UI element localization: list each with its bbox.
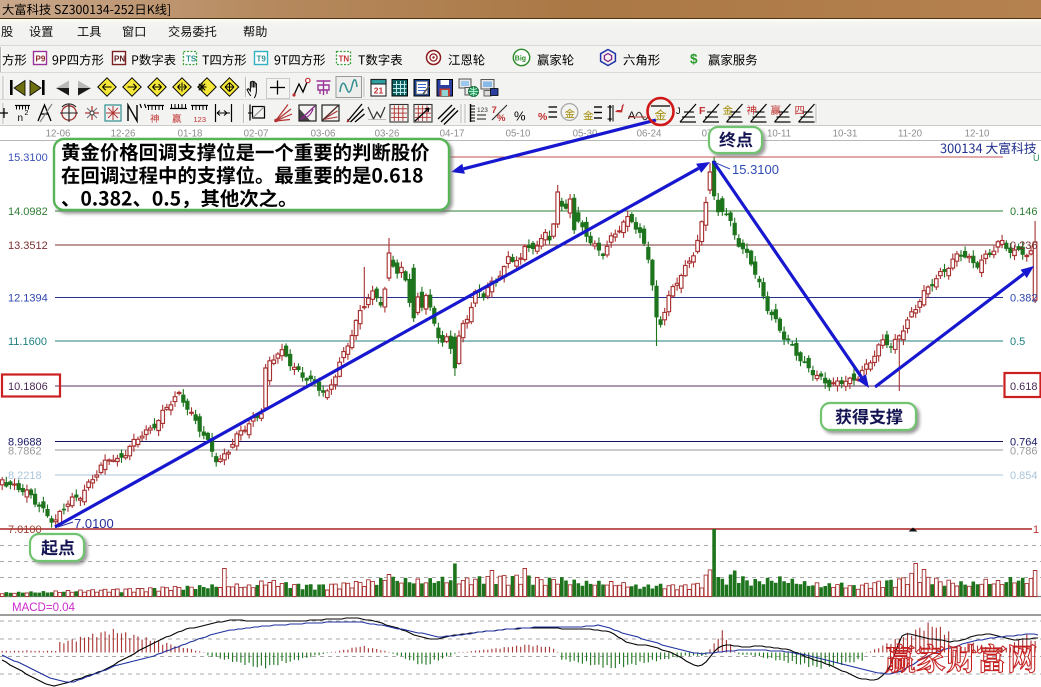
svg-text:12-10: 12-10	[965, 129, 990, 140]
svg-text:%: %	[538, 111, 548, 123]
svg-text:0.146: 0.146	[1010, 206, 1038, 218]
svg-text:14.0982: 14.0982	[8, 206, 48, 218]
svg-text:15.3100: 15.3100	[732, 162, 779, 177]
svg-text:0.854: 0.854	[1010, 470, 1038, 482]
svg-text:0.786: 0.786	[1010, 445, 1038, 457]
svg-text:2: 2	[25, 110, 29, 117]
svg-text:123: 123	[194, 115, 207, 124]
svg-text:P9: P9	[36, 55, 46, 64]
svg-text:0.618: 0.618	[1010, 381, 1038, 393]
svg-text:10-31: 10-31	[833, 129, 858, 140]
svg-text:Big: Big	[515, 56, 526, 63]
svg-text:8.2218: 8.2218	[8, 470, 42, 482]
svg-text:T9: T9	[257, 55, 267, 64]
svg-text:7.0100: 7.0100	[74, 516, 114, 531]
svg-text:123: 123	[477, 107, 488, 114]
svg-text:11-20: 11-20	[898, 129, 923, 140]
svg-text:%: %	[514, 109, 526, 124]
svg-text:%: %	[497, 113, 506, 124]
svg-text:11.1600: 11.1600	[8, 336, 47, 348]
svg-text:10-11: 10-11	[767, 129, 791, 140]
svg-text:10.1806: 10.1806	[8, 381, 48, 393]
svg-text:12.1394: 12.1394	[8, 292, 48, 304]
svg-text:A: A	[628, 110, 636, 122]
svg-text:06-24: 06-24	[637, 129, 662, 140]
svg-text:13.3512: 13.3512	[8, 240, 48, 252]
svg-text:1: 1	[1033, 524, 1039, 536]
svg-text:15.3100: 15.3100	[8, 152, 48, 164]
svg-text:05-10: 05-10	[506, 129, 531, 140]
svg-text:PN: PN	[114, 55, 125, 64]
svg-text:04-17: 04-17	[440, 129, 465, 140]
svg-text:$: $	[690, 52, 698, 67]
svg-text:7: 7	[492, 105, 497, 116]
svg-text:21: 21	[374, 86, 384, 96]
svg-text:F: F	[699, 105, 706, 117]
svg-text:TN: TN	[339, 55, 350, 64]
svg-text:n: n	[18, 113, 24, 124]
svg-text:0.236: 0.236	[1010, 240, 1038, 252]
svg-text:MACD=0.04: MACD=0.04	[12, 602, 76, 614]
svg-text:8.7862: 8.7862	[8, 445, 42, 457]
svg-text:TS: TS	[186, 55, 197, 64]
svg-text:J: J	[676, 106, 681, 116]
svg-text:U: U	[1033, 153, 1040, 163]
svg-text:0.5: 0.5	[1010, 336, 1025, 348]
svg-text:0.382: 0.382	[1010, 292, 1038, 304]
